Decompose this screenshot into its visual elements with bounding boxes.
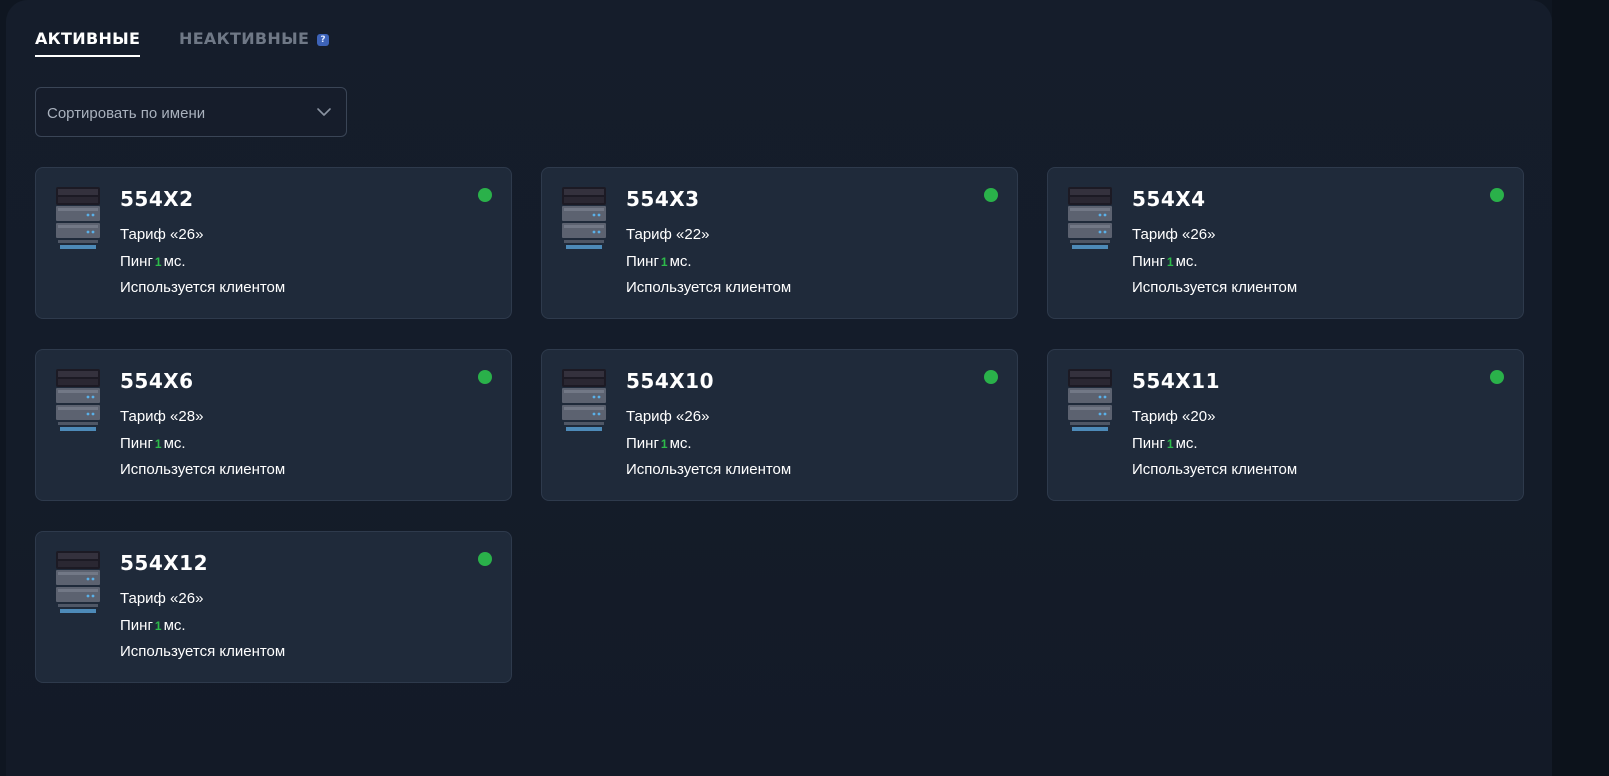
status-dot	[478, 370, 492, 384]
server-tariff: Тариф «26»	[120, 226, 204, 243]
server-card[interactable]: 554X6 Тариф «28» Пинг 1 мс. Используется к…	[35, 349, 512, 501]
status-dot	[478, 552, 492, 566]
ping-label: Пинг	[1132, 253, 1165, 270]
main-panel: АКТИВНЫЕ НЕАКТИВНЫЕ? Сортировать по имен…	[6, 0, 1552, 776]
server-usage: Используется клиентом	[120, 279, 286, 296]
server-icon	[56, 551, 100, 613]
ping-label: Пинг	[1132, 435, 1165, 452]
tab-inactive-label: НЕАКТИВНЫЕ	[179, 29, 310, 48]
server-card[interactable]: 554X10 Тариф «26» Пинг 1 мс. Используется …	[541, 349, 1018, 501]
status-dot	[1490, 188, 1504, 202]
server-ping: Пинг 1 мс.	[1132, 435, 1198, 452]
server-icon	[562, 369, 606, 431]
ping-value: 1	[154, 437, 162, 451]
ping-label: Пинг	[120, 617, 153, 634]
server-ping: Пинг 1 мс.	[626, 253, 692, 270]
ping-label: Пинг	[120, 435, 153, 452]
ping-label: Пинг	[626, 435, 659, 452]
status-dot	[984, 370, 998, 384]
server-tariff: Тариф «26»	[120, 590, 204, 607]
server-icon	[56, 187, 100, 249]
ping-value: 1	[154, 255, 162, 269]
server-ping: Пинг 1 мс.	[120, 253, 186, 270]
server-ping: Пинг 1 мс.	[1132, 253, 1198, 270]
server-card[interactable]: 554X11 Тариф «20» Пинг 1 мс. Используется …	[1047, 349, 1524, 501]
ping-unit: мс.	[669, 435, 692, 452]
ping-value: 1	[154, 619, 162, 633]
status-dot	[984, 188, 998, 202]
ping-unit: мс.	[163, 435, 186, 452]
server-tariff: Тариф «26»	[1132, 226, 1216, 243]
server-ping: Пинг 1 мс.	[120, 617, 186, 634]
server-name: 554X10	[626, 369, 714, 393]
server-ping: Пинг 1 мс.	[120, 435, 186, 452]
server-name: 554X4	[1132, 187, 1206, 211]
help-icon[interactable]: ?	[317, 34, 330, 46]
server-tariff: Тариф «28»	[120, 408, 204, 425]
server-tariff: Тариф «20»	[1132, 408, 1216, 425]
server-tariff: Тариф «26»	[626, 408, 710, 425]
server-icon	[1068, 187, 1112, 249]
server-card[interactable]: 554X2 Тариф «26» Пинг 1 мс. Используется к…	[35, 167, 512, 319]
server-card[interactable]: 554X3 Тариф «22» Пинг 1 мс. Используется к…	[541, 167, 1018, 319]
server-icon	[56, 369, 100, 431]
scroll-gutter	[1552, 0, 1609, 776]
tab-inactive[interactable]: НЕАКТИВНЫЕ?	[179, 29, 330, 57]
server-name: 554X3	[626, 187, 700, 211]
ping-unit: мс.	[163, 617, 186, 634]
sort-dropdown-value: Сортировать по имени	[47, 105, 206, 122]
ping-value: 1	[1166, 437, 1174, 451]
ping-unit: мс.	[1175, 253, 1198, 270]
sort-dropdown[interactable]: Сортировать по имени	[35, 87, 347, 137]
server-usage: Используется клиентом	[120, 461, 286, 478]
ping-label: Пинг	[120, 253, 153, 270]
status-dot	[478, 188, 492, 202]
server-usage: Используется клиентом	[1132, 279, 1298, 296]
ping-label: Пинг	[626, 253, 659, 270]
server-usage: Используется клиентом	[626, 279, 792, 296]
server-name: 554X11	[1132, 369, 1220, 393]
server-card[interactable]: 554X12 Тариф «26» Пинг 1 мс. Используется …	[35, 531, 512, 683]
server-card[interactable]: 554X4 Тариф «26» Пинг 1 мс. Используется к…	[1047, 167, 1524, 319]
ping-unit: мс.	[669, 253, 692, 270]
ping-unit: мс.	[1175, 435, 1198, 452]
tab-active-label: АКТИВНЫЕ	[35, 29, 141, 48]
server-ping: Пинг 1 мс.	[626, 435, 692, 452]
server-usage: Используется клиентом	[120, 643, 286, 660]
ping-value: 1	[660, 255, 668, 269]
server-icon	[1068, 369, 1112, 431]
server-name: 554X2	[120, 187, 194, 211]
chevron-down-icon	[317, 108, 331, 116]
server-usage: Используется клиентом	[1132, 461, 1298, 478]
server-name: 554X12	[120, 551, 208, 575]
server-name: 554X6	[120, 369, 194, 393]
status-dot	[1490, 370, 1504, 384]
server-icon	[562, 187, 606, 249]
server-tariff: Тариф «22»	[626, 226, 710, 243]
server-usage: Используется клиентом	[626, 461, 792, 478]
ping-unit: мс.	[163, 253, 186, 270]
ping-value: 1	[660, 437, 668, 451]
ping-value: 1	[1166, 255, 1174, 269]
tab-active[interactable]: АКТИВНЫЕ	[35, 29, 141, 57]
